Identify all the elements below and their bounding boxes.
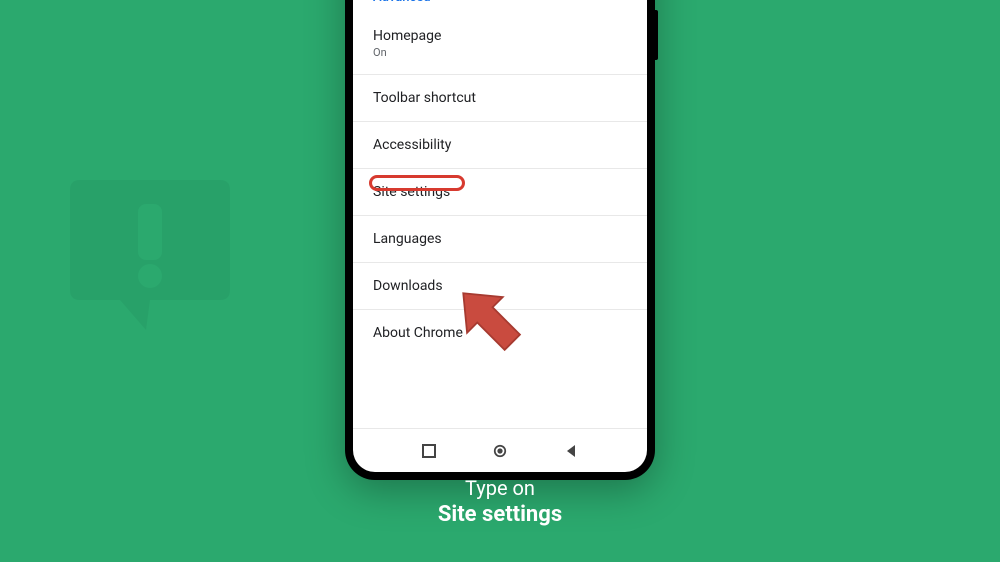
background-exclamation-icon (40, 160, 260, 360)
arrow-pointer-icon (445, 275, 535, 365)
settings-item-label: Languages (373, 231, 627, 247)
section-header-advanced: Advanced (353, 0, 647, 13)
settings-item-homepage[interactable]: Homepage On (353, 13, 647, 75)
settings-item-site-settings[interactable]: Site settings (353, 169, 647, 216)
settings-item-label: Toolbar shortcut (373, 90, 627, 106)
android-nav-bar (353, 428, 647, 472)
instruction-text: Type on Site settings (0, 476, 1000, 527)
nav-recent-icon[interactable] (422, 444, 436, 458)
instruction-line2: Site settings (0, 502, 1000, 527)
phone-screen: Theme Advanced Homepage On Toolbar short… (353, 0, 647, 472)
settings-item-label: Site settings (373, 184, 627, 200)
settings-item-languages[interactable]: Languages (353, 216, 647, 263)
settings-item-toolbar-shortcut[interactable]: Toolbar shortcut (353, 75, 647, 122)
settings-item-label: Accessibility (373, 137, 627, 153)
settings-item-sublabel: On (373, 46, 627, 59)
settings-item-label: Homepage (373, 28, 627, 44)
settings-item-accessibility[interactable]: Accessibility (353, 122, 647, 169)
nav-back-icon[interactable] (564, 444, 578, 458)
instruction-line1: Type on (0, 476, 1000, 500)
nav-home-icon[interactable] (493, 444, 507, 458)
phone-power-button (655, 10, 658, 60)
phone-frame: Theme Advanced Homepage On Toolbar short… (345, 0, 655, 480)
